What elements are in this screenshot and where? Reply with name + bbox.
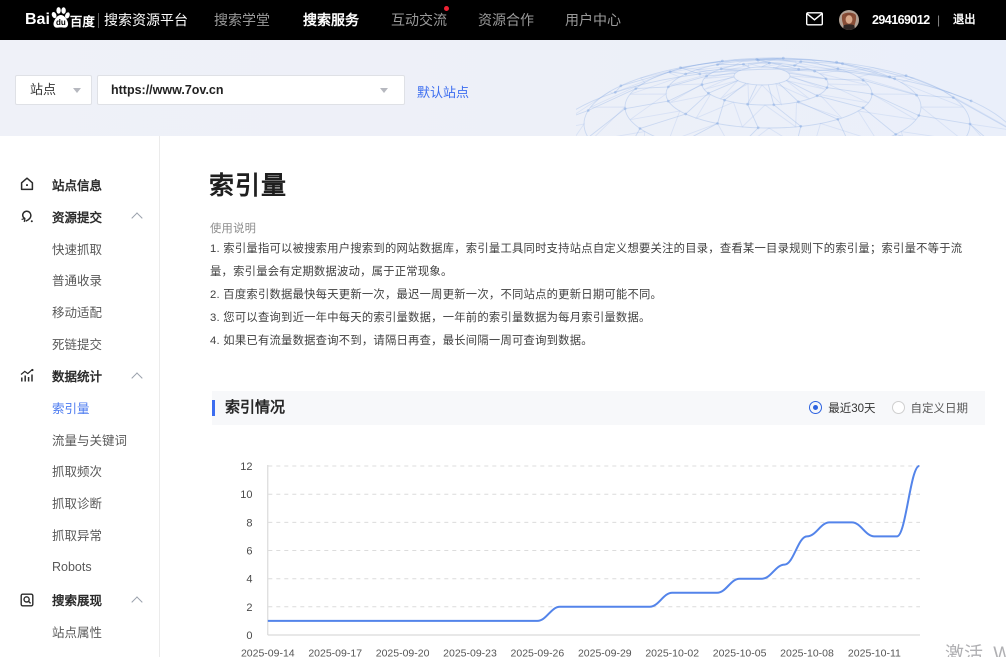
svg-text:du: du bbox=[56, 17, 66, 26]
